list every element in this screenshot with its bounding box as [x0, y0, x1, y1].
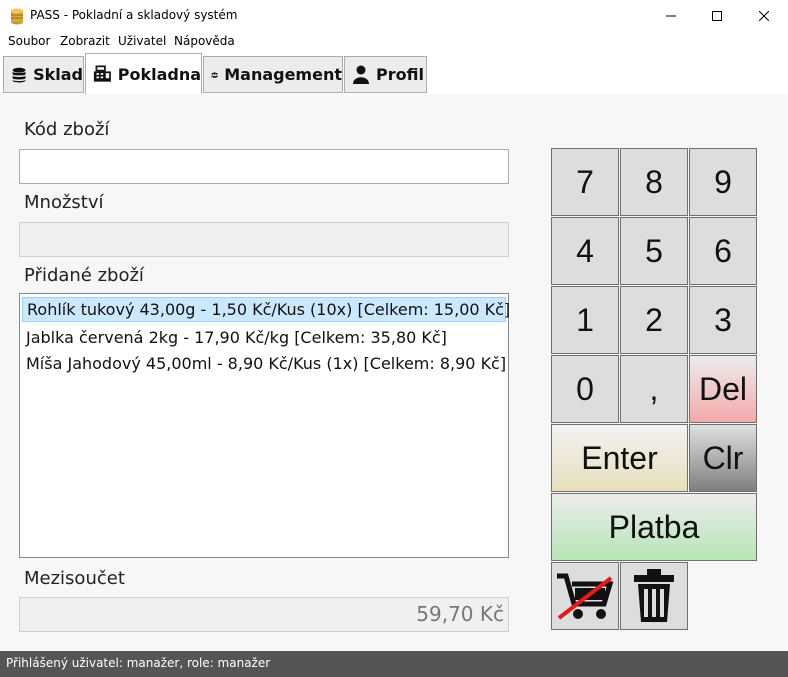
minimize-button[interactable] — [648, 0, 694, 32]
key-del[interactable]: Del — [689, 355, 757, 423]
tab-sklad[interactable]: Sklad — [3, 56, 84, 93]
key-6[interactable]: 6 — [689, 217, 757, 285]
tab-management-label: Management — [224, 65, 342, 84]
app-window: PASS - Pokladní a skladový systém Soubor… — [0, 0, 788, 677]
key-9[interactable]: 9 — [689, 148, 757, 216]
key-0[interactable]: 0 — [551, 355, 619, 423]
app-coins-icon — [11, 8, 23, 25]
tab-management[interactable]: Management — [203, 56, 343, 93]
status-text: Přihlášený uživatel: manažer, role: mana… — [6, 656, 271, 670]
window-title: PASS - Pokladní a skladový systém — [30, 8, 238, 22]
clear-cart-button[interactable] — [620, 562, 688, 630]
pay-button[interactable]: Platba — [551, 493, 757, 561]
quantity-label: Množství — [24, 192, 104, 213]
users-icon — [211, 71, 219, 78]
key-3[interactable]: 3 — [689, 286, 757, 354]
clear-button[interactable]: Clr — [689, 424, 757, 492]
tab-profil[interactable]: Profil — [344, 56, 427, 93]
tab-pokladna-label: Pokladna — [117, 64, 201, 84]
menu-soubor[interactable]: Soubor — [8, 34, 50, 48]
added-items-list[interactable]: Rohlík tukový 43,00g - 1,50 Kč/Kus (10x)… — [19, 293, 510, 558]
quantity-input[interactable] — [19, 222, 509, 257]
maximize-icon — [712, 11, 722, 21]
list-item[interactable]: Rohlík tukový 43,00g - 1,50 Kč/Kus (10x)… — [22, 297, 510, 322]
key-4[interactable]: 4 — [551, 217, 619, 285]
key-8[interactable]: 8 — [620, 148, 688, 216]
tab-sklad-label: Sklad — [33, 65, 83, 84]
key-2[interactable]: 2 — [620, 286, 688, 354]
tab-profil-label: Profil — [376, 65, 424, 84]
menu-napoveda[interactable]: Nápověda — [174, 34, 235, 48]
cart-cancel-icon — [557, 573, 614, 620]
key-comma[interactable]: , — [620, 355, 688, 423]
close-button[interactable] — [741, 0, 787, 32]
database-icon — [12, 67, 26, 82]
cancel-cart-button[interactable] — [551, 562, 619, 630]
minimize-icon — [666, 15, 676, 17]
trash-icon — [634, 569, 674, 622]
cash-register-icon — [93, 65, 111, 82]
enter-button[interactable]: Enter — [551, 424, 688, 492]
close-icon — [759, 11, 769, 21]
added-items-label: Přidané zboží — [24, 265, 144, 286]
subtotal-field: 59,70 Kč — [19, 597, 509, 632]
user-icon — [353, 65, 369, 84]
menu-zobrazit[interactable]: Zobrazit — [60, 34, 110, 48]
key-7[interactable]: 7 — [551, 148, 619, 216]
maximize-button[interactable] — [694, 0, 740, 32]
list-item[interactable]: Míša Jahodový 45,00ml - 8,90 Kč/Kus (1x)… — [22, 351, 506, 376]
list-item[interactable]: Jablka červená 2kg - 17,90 Kč/kg [Celkem… — [22, 325, 506, 350]
code-input[interactable] — [19, 149, 509, 184]
tab-pokladna[interactable]: Pokladna — [85, 53, 202, 94]
subtotal-label: Mezisoučet — [24, 568, 125, 589]
code-label: Kód zboží — [24, 119, 110, 140]
key-5[interactable]: 5 — [620, 217, 688, 285]
menu-uzivatel[interactable]: Uživatel — [118, 34, 166, 48]
key-1[interactable]: 1 — [551, 286, 619, 354]
